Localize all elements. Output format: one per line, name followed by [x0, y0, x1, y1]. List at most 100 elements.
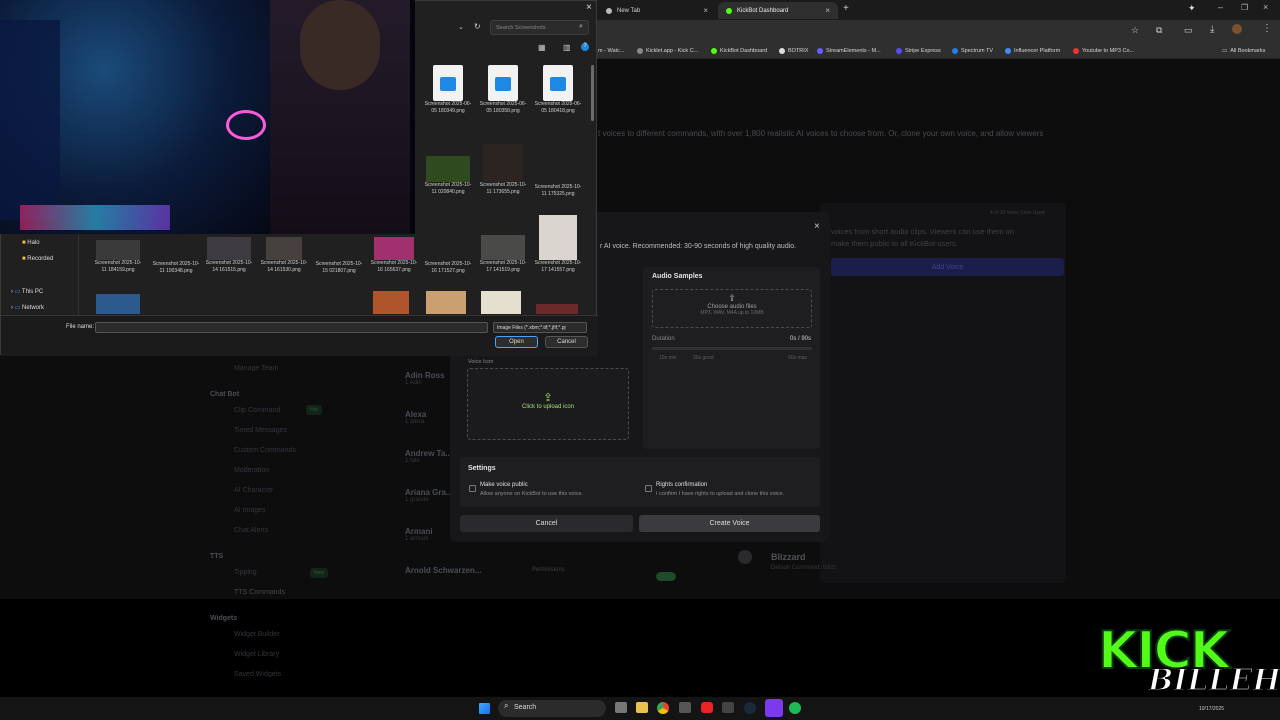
app-icon[interactable]	[701, 702, 713, 713]
tab-new-tab[interactable]: New Tab ×	[598, 2, 716, 19]
task-view-icon[interactable]	[615, 702, 627, 713]
sidebar-item-chat-alerts[interactable]: Chat Alerts	[234, 527, 268, 534]
close-icon[interactable]: ×	[703, 6, 708, 15]
add-voice-button[interactable]: Add Voice	[831, 258, 1064, 276]
bookmark-item[interactable]: Youtube to MP3 Co...	[1073, 45, 1134, 56]
sidebar-item-clip-command[interactable]: Clip Command	[234, 407, 280, 414]
thumbnail	[266, 237, 302, 260]
view-options-icon[interactable]: ▦	[538, 43, 546, 52]
dialog-cancel-button[interactable]: Cancel	[545, 336, 588, 348]
rights-checkbox[interactable]	[645, 485, 652, 492]
create-voice-button[interactable]: Create Voice	[639, 515, 820, 532]
file-item[interactable]: Screenshot 2025-06-05 180358.png	[478, 65, 528, 115]
make-public-checkbox[interactable]	[469, 485, 476, 492]
bookmark-item[interactable]: m - Watc...	[598, 45, 624, 56]
sidebar-item-saved-widgets[interactable]: Saved Widgets	[234, 671, 281, 678]
star-icon[interactable]: ☆	[1131, 25, 1139, 36]
scrollbar[interactable]	[591, 65, 594, 121]
app-icon[interactable]	[722, 702, 734, 713]
chrome-icon	[606, 7, 612, 14]
profile-avatar[interactable]	[1232, 24, 1242, 34]
nav-item-network[interactable]: › ▭ Network	[11, 304, 44, 311]
sidebar-item-moderation[interactable]: Moderation	[234, 467, 269, 474]
sidebar-item-widget-builder[interactable]: Widget Builder	[234, 631, 280, 638]
file-name-input[interactable]	[95, 322, 488, 333]
file-type-select[interactable]: Image Files (*.xbm;*.tif;*.jfif;*.pj	[493, 322, 587, 333]
audio-upload-dropzone[interactable]: ⇪ Choose audio files MP3, WAV, M4A up to…	[652, 289, 812, 328]
permission-toggle[interactable]	[656, 572, 676, 581]
bookmark-item[interactable]: KickBot Dashboard	[711, 45, 767, 56]
nav-item-recorded[interactable]: ■ Recorded	[22, 256, 53, 262]
file-item[interactable]: Screenshot 2025-10-11 190348.png	[151, 261, 201, 275]
file-item[interactable]: Screenshot 2025-10-15 021807.png	[314, 261, 364, 275]
restore-icon[interactable]: ❐	[1241, 3, 1248, 12]
taskbar-search[interactable]: Search	[498, 700, 606, 717]
tab-kickbot-dashboard[interactable]: KickBot Dashboard ×	[718, 2, 838, 19]
search-input[interactable]: Search Screenshots	[490, 20, 589, 35]
file-item[interactable]: Screenshot 2025-10-14 161515.png	[204, 237, 254, 274]
bookmark-item[interactable]: Stripe Express	[896, 45, 941, 56]
menu-icon[interactable]: ⋮	[1262, 23, 1272, 34]
file-item[interactable]: Screenshot 2025-10-11 184159.png	[95, 240, 143, 274]
app-icon[interactable]	[765, 699, 783, 717]
sidebar-item-ai-character[interactable]: AI Character	[234, 487, 273, 494]
nav-item-this-pc[interactable]: › ▭ This PC	[11, 288, 43, 295]
bookmark-item[interactable]: StreamElements - M...	[817, 45, 881, 56]
close-icon[interactable]: ×	[825, 6, 830, 15]
sidebar-item-widget-library[interactable]: Widget Library	[234, 651, 279, 658]
search-label: Search	[514, 704, 537, 711]
folder-icon: ■	[22, 240, 26, 246]
all-bookmarks[interactable]: ▭ All Bookmarks	[1222, 45, 1265, 56]
new-tab-button[interactable]: +	[843, 3, 849, 14]
bookmark-item[interactable]: BOTRIX	[779, 45, 808, 56]
folder-icon: ■	[22, 256, 26, 262]
file-item[interactable]: Screenshot 2025-10-17 141557.png	[533, 215, 583, 274]
file-item[interactable]: Screenshot 2025-10-17 141519.png	[478, 235, 528, 274]
file-item[interactable]: Screenshot 2025-10-11 173655.png	[478, 144, 528, 196]
chrome-taskbar-icon[interactable]	[657, 702, 669, 714]
sidebar-item-manage-team[interactable]: Manage Team	[234, 365, 278, 372]
bookmark-item[interactable]: Kicklet.app - Kick C...	[637, 45, 698, 56]
app-icon[interactable]	[679, 702, 691, 713]
thumbnail	[207, 237, 251, 260]
steam-icon[interactable]	[744, 702, 756, 714]
file-explorer-icon[interactable]	[636, 702, 648, 713]
file-item[interactable]: Screenshot 2025-06-05 180418.png	[533, 65, 583, 115]
gemini-icon[interactable]: ✦	[1188, 3, 1196, 14]
extensions-icon[interactable]: ⧉	[1156, 25, 1162, 36]
file-item[interactable]: Screenshot 2025-10-11 020840.png	[423, 156, 473, 196]
refresh-icon[interactable]: ↻	[474, 22, 481, 31]
bookmark-item[interactable]: Influencer Platform	[1005, 45, 1060, 56]
minimize-icon[interactable]: –	[1218, 2, 1223, 12]
open-button[interactable]: Open	[495, 336, 538, 348]
file-item[interactable]: Screenshot 2025-10-16 171527.png	[423, 261, 473, 275]
bookmark-item[interactable]: Spectrum TV	[952, 45, 993, 56]
chevron-down-icon[interactable]: ⌄	[458, 23, 464, 31]
close-window-icon[interactable]: ×	[1263, 2, 1268, 12]
file-item[interactable]: Screenshot 2025-10-16 165637.png	[369, 237, 419, 274]
all-bookmarks-label: All Bookmarks	[1230, 47, 1266, 54]
bookmark-label: Youtube to MP3 Co...	[1082, 47, 1135, 54]
help-icon[interactable]: ?	[581, 43, 589, 51]
close-icon[interactable]: ×	[586, 2, 592, 13]
windows-start-icon[interactable]	[479, 703, 490, 714]
file-item[interactable]: Screenshot 2025-10-14 161530.png	[259, 237, 309, 274]
cancel-button[interactable]: Cancel	[460, 515, 633, 532]
file-item[interactable]: Screenshot 2025-10-11 175325.png	[533, 184, 583, 198]
spotify-icon[interactable]	[789, 702, 801, 714]
audio-samples-title: Audio Samples	[652, 273, 703, 280]
sidebar-item-ai-images[interactable]: AI Images	[234, 507, 266, 514]
file-item[interactable]: Screenshot 2025-06-05 180349.png	[423, 65, 473, 115]
preview-pane-icon[interactable]: ▥	[563, 43, 571, 52]
close-icon[interactable]: ×	[814, 221, 820, 232]
bookmark-icon	[896, 47, 902, 54]
download-icon[interactable]: ⤓	[1210, 24, 1214, 35]
voice-icon-dropzone[interactable]: ⇪ Click to upload icon	[467, 368, 629, 440]
sidebar-item-tipping[interactable]: Tipping	[234, 569, 257, 576]
nav-item-halo[interactable]: ■ Halo	[22, 240, 40, 246]
sidebar-item-custom-commands[interactable]: Custom Commands	[234, 447, 296, 454]
sidebar-item-tts-commands[interactable]: TTS Commands	[234, 589, 285, 596]
computer-icon: ▭	[14, 289, 21, 295]
cast-icon[interactable]: ▭	[1184, 25, 1193, 36]
sidebar-item-timed-messages[interactable]: Timed Messages	[234, 427, 287, 434]
